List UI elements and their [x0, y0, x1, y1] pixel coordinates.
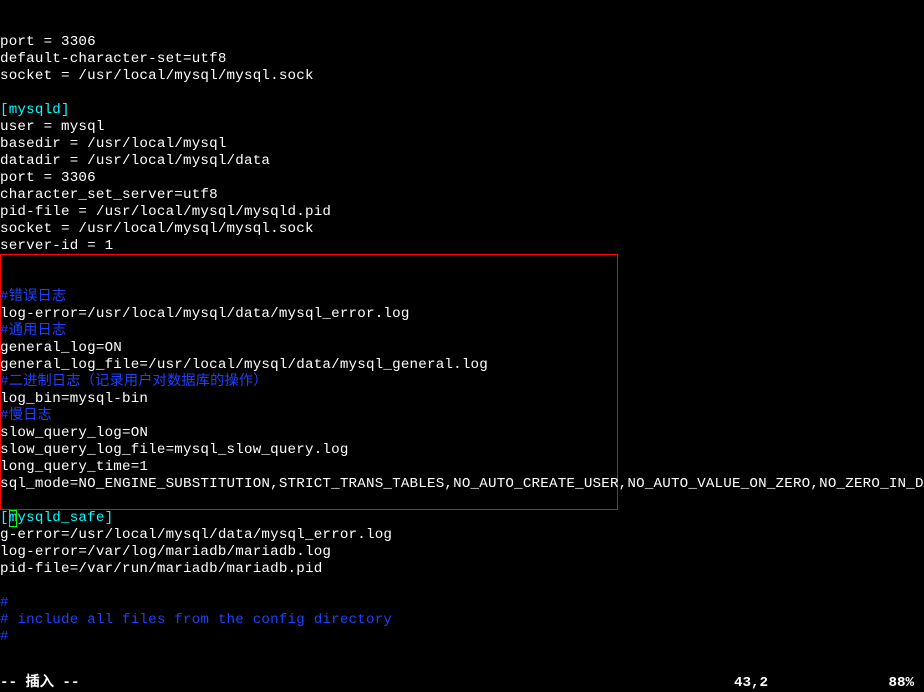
- code-line: [mysqld_safe]: [0, 510, 924, 527]
- code-line: #错误日志: [0, 289, 924, 306]
- code-line: sql_mode=NO_ENGINE_SUBSTITUTION,STRICT_T…: [0, 476, 924, 493]
- code-line: port = 3306: [0, 170, 924, 187]
- code-line: socket = /usr/local/mysql/mysql.sock: [0, 221, 924, 238]
- config-text: g-error=/usr/local/mysql/data/mysql_erro…: [0, 527, 392, 543]
- code-line: # include all files from the config dire…: [0, 612, 924, 629]
- config-text: default-character-set=utf8: [0, 51, 227, 67]
- code-line: general_log_file=/usr/local/mysql/data/m…: [0, 357, 924, 374]
- config-text: datadir = /usr/local/mysql/data: [0, 153, 270, 169]
- config-text: port = 3306: [0, 170, 96, 186]
- config-text: log-error=/usr/local/mysql/data/mysql_er…: [0, 306, 410, 322]
- code-line: default-character-set=utf8: [0, 51, 924, 68]
- config-text: long_query_time=1: [0, 459, 148, 475]
- code-line: #通用日志: [0, 323, 924, 340]
- comment-text: # include all files from the config dire…: [0, 612, 392, 628]
- code-line: server-id = 1: [0, 238, 924, 255]
- comment-text: #: [0, 629, 9, 645]
- code-line: [0, 578, 924, 595]
- code-line: pid-file=/var/run/mariadb/mariadb.pid: [0, 561, 924, 578]
- code-line: [0, 255, 924, 272]
- code-line: [0, 85, 924, 102]
- config-text: socket = /usr/local/mysql/mysql.sock: [0, 221, 314, 237]
- code-line: slow_query_log_file=mysql_slow_query.log: [0, 442, 924, 459]
- code-line: general_log=ON: [0, 340, 924, 357]
- config-text: log-error=/var/log/mariadb/mariadb.log: [0, 544, 331, 560]
- config-text: general_log=ON: [0, 340, 122, 356]
- code-line: slow_query_log=ON: [0, 425, 924, 442]
- comment-text: #错误日志: [0, 289, 66, 305]
- config-text: sql_mode=NO_ENGINE_SUBSTITUTION,STRICT_T…: [0, 476, 924, 492]
- config-text: basedir = /usr/local/mysql: [0, 136, 227, 152]
- config-text: server-id = 1: [0, 238, 113, 254]
- vim-cursor-position: 43,2: [734, 675, 854, 692]
- code-line: pid-file = /usr/local/mysql/mysqld.pid: [0, 204, 924, 221]
- code-line: character_set_server=utf8: [0, 187, 924, 204]
- comment-text: #二进制日志（记录用户对数据库的操作）: [0, 374, 268, 390]
- vim-scroll-percent: 88%: [854, 675, 924, 692]
- code-line: [0, 493, 924, 510]
- code-line: #慢日志: [0, 408, 924, 425]
- code-line: basedir = /usr/local/mysql: [0, 136, 924, 153]
- code-line: [0, 272, 924, 289]
- status-spacer: [79, 675, 734, 692]
- config-text: pid-file = /usr/local/mysql/mysqld.pid: [0, 204, 331, 220]
- config-text: general_log_file=/usr/local/mysql/data/m…: [0, 357, 488, 373]
- code-line: log-error=/var/log/mariadb/mariadb.log: [0, 544, 924, 561]
- config-text: user = mysql: [0, 119, 105, 135]
- code-line: g-error=/usr/local/mysql/data/mysql_erro…: [0, 527, 924, 544]
- code-line: [mysqld]: [0, 102, 924, 119]
- code-line: long_query_time=1: [0, 459, 924, 476]
- code-line: #: [0, 629, 924, 646]
- config-text: slow_query_log=ON: [0, 425, 148, 441]
- code-line: user = mysql: [0, 119, 924, 136]
- code-line: socket = /usr/local/mysql/mysql.sock: [0, 68, 924, 85]
- code-line: datadir = /usr/local/mysql/data: [0, 153, 924, 170]
- comment-text: #: [0, 595, 9, 611]
- config-text: slow_query_log_file=mysql_slow_query.log: [0, 442, 349, 458]
- vim-status-bar: -- 插入 -- 43,2 88%: [0, 675, 924, 692]
- config-text: character_set_server=utf8: [0, 187, 218, 203]
- code-line: log_bin=mysql-bin: [0, 391, 924, 408]
- section-header: [mysqld_safe]: [0, 510, 113, 526]
- config-text: socket = /usr/local/mysql/mysql.sock: [0, 68, 314, 84]
- comment-text: #通用日志: [0, 323, 66, 339]
- config-text: pid-file=/var/run/mariadb/mariadb.pid: [0, 561, 322, 577]
- section-header: [mysqld]: [0, 102, 70, 118]
- code-line: log-error=/usr/local/mysql/data/mysql_er…: [0, 306, 924, 323]
- code-line: port = 3306: [0, 34, 924, 51]
- code-line: #二进制日志（记录用户对数据库的操作）: [0, 374, 924, 391]
- config-text: log_bin=mysql-bin: [0, 391, 148, 407]
- config-text: port = 3306: [0, 34, 96, 50]
- terminal-editor-area[interactable]: port = 3306default-character-set=utf8soc…: [0, 0, 924, 646]
- code-line: #: [0, 595, 924, 612]
- comment-text: #慢日志: [0, 408, 52, 424]
- vim-mode-indicator: -- 插入 --: [0, 675, 79, 692]
